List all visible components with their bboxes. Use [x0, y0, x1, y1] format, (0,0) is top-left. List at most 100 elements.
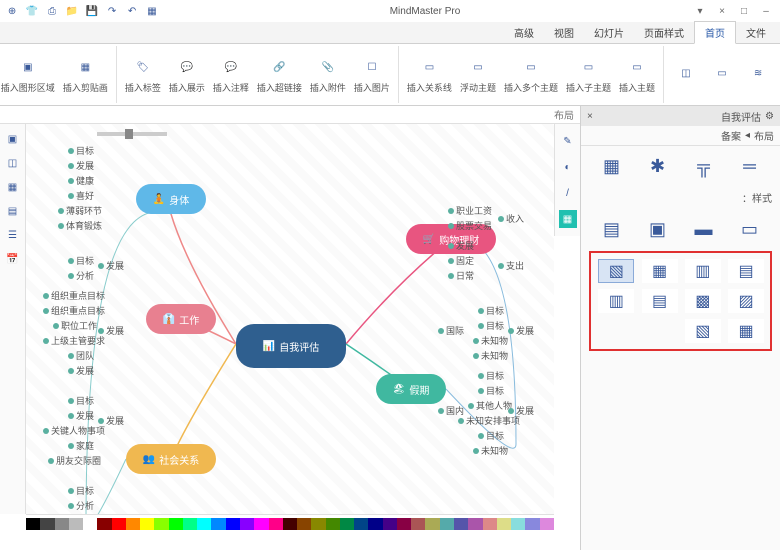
color-swatch[interactable] — [483, 518, 497, 530]
qat-button[interactable]: ⊕ — [4, 3, 20, 19]
leaf-node[interactable]: 支出 — [496, 259, 524, 272]
shape-option[interactable]: ═ — [733, 154, 767, 178]
ribbon-button[interactable]: ▭ — [706, 60, 738, 90]
color-swatch[interactable] — [211, 518, 225, 530]
color-swatch[interactable] — [411, 518, 425, 530]
style-option[interactable]: ▤ — [642, 289, 678, 313]
ribbon-button[interactable]: ▭插入子主题 — [564, 53, 613, 96]
branch-node[interactable]: 👔工作 — [146, 304, 216, 334]
fill-icon[interactable]: ▦ — [559, 210, 577, 228]
tab-高级[interactable]: 高级 — [504, 22, 544, 43]
leaf-node[interactable]: 目标 — [476, 304, 504, 317]
style-option[interactable]: ▨ — [728, 289, 764, 313]
color-swatch[interactable] — [283, 518, 297, 530]
leaf-node[interactable]: 职位工作 — [51, 319, 97, 332]
color-swatch[interactable] — [26, 518, 40, 530]
color-swatch[interactable] — [140, 518, 154, 530]
shape-option[interactable]: ▭ — [733, 217, 767, 241]
leaf-node[interactable]: 未知物 — [471, 349, 508, 362]
color-swatch[interactable] — [126, 518, 140, 530]
leaf-node[interactable]: 目标 — [476, 319, 504, 332]
color-swatch[interactable] — [311, 518, 325, 530]
style-option[interactable]: ▦ — [642, 259, 678, 283]
leaf-node[interactable]: 职业工资 — [446, 204, 492, 217]
color-swatch[interactable] — [525, 518, 539, 530]
color-swatch[interactable] — [511, 518, 525, 530]
leaf-node[interactable]: 未知物 — [471, 444, 508, 457]
leaf-node[interactable]: 朋友交际圈 — [46, 454, 101, 467]
ribbon-button[interactable]: ▣插入图形区域 — [0, 53, 57, 96]
leaf-node[interactable]: 分析 — [66, 499, 94, 512]
tab-首页[interactable]: 首页 — [694, 21, 736, 44]
pane-settings-icon[interactable]: ⚙ — [765, 111, 774, 122]
tab-视图[interactable]: 视图 — [544, 22, 584, 43]
qat-button[interactable]: ↶ — [124, 3, 140, 19]
leaf-node[interactable]: 发展 — [66, 364, 94, 377]
tool-button[interactable]: ▤ — [4, 202, 22, 220]
leaf-node[interactable]: 喜好 — [66, 189, 94, 202]
style-option[interactable]: ▩ — [685, 289, 721, 313]
leaf-node[interactable]: 发展 — [96, 324, 124, 337]
style-option[interactable]: ▥ — [685, 259, 721, 283]
line-icon[interactable]: / — [559, 184, 577, 202]
shape-option[interactable]: ▤ — [595, 217, 629, 241]
ribbon-button[interactable]: ≋ — [742, 60, 774, 90]
leaf-node[interactable]: 发展 — [506, 404, 534, 417]
leaf-node[interactable]: 目标 — [476, 384, 504, 397]
color-swatch[interactable] — [154, 518, 168, 530]
leaf-node[interactable]: 薄弱环节 — [56, 204, 102, 217]
leaf-node[interactable]: 未知物 — [471, 334, 508, 347]
qat-button[interactable]: 📁 — [64, 3, 80, 19]
tool-button[interactable]: ☰ — [4, 226, 22, 244]
leaf-node[interactable]: 目标 — [66, 394, 94, 407]
ribbon-button[interactable]: ▦插入剪贴画 — [61, 53, 110, 96]
ribbon-button[interactable]: ▭插入关系线 — [405, 53, 454, 96]
color-swatch[interactable] — [497, 518, 511, 530]
ribbon-button[interactable]: ▭插入主题 — [617, 53, 657, 96]
breadcrumb-item[interactable]: 备案 — [721, 128, 741, 143]
leaf-node[interactable]: 目标 — [476, 429, 504, 442]
breadcrumb-item[interactable]: 布局 — [754, 128, 774, 143]
leaf-node[interactable]: 目标 — [476, 369, 504, 382]
central-node[interactable]: 📊自我评估 — [236, 324, 346, 368]
qat-button[interactable]: 👕 — [24, 3, 40, 19]
leaf-node[interactable]: 日常 — [446, 269, 474, 282]
leaf-node[interactable]: 固定 — [446, 254, 474, 267]
shape-option[interactable]: ▦ — [595, 154, 629, 178]
color-swatch[interactable] — [368, 518, 382, 530]
close-button[interactable]: × — [712, 3, 732, 19]
ribbon-button[interactable]: 🏷插入标签 — [123, 53, 163, 96]
maximize-button[interactable]: □ — [734, 3, 754, 19]
ribbon-button[interactable]: ▭浮动主题 — [458, 53, 498, 96]
leaf-node[interactable]: 发展 — [446, 239, 474, 252]
color-swatch[interactable] — [197, 518, 211, 530]
color-swatch[interactable] — [297, 518, 311, 530]
color-swatch[interactable] — [240, 518, 254, 530]
tab-页面样式[interactable]: 页面样式 — [634, 22, 694, 43]
qat-button[interactable]: ⎙ — [44, 3, 60, 19]
leaf-node[interactable]: 发展 — [96, 414, 124, 427]
style-option[interactable]: ▥ — [598, 289, 634, 313]
color-swatch[interactable] — [383, 518, 397, 530]
ribbon-button[interactable]: 📎插入附件 — [308, 53, 348, 96]
qat-button[interactable]: ▦ — [144, 3, 160, 19]
color-swatch[interactable] — [269, 518, 283, 530]
tool-button[interactable]: ▣ — [4, 130, 22, 148]
leaf-node[interactable]: 国内 — [436, 404, 464, 417]
leaf-node[interactable]: 组织重点目标 — [41, 289, 105, 302]
qat-button[interactable]: 💾 — [84, 3, 100, 19]
leaf-node[interactable]: 发展 — [66, 159, 94, 172]
color-swatch[interactable] — [40, 518, 54, 530]
leaf-node[interactable]: 体育锻炼 — [56, 219, 102, 232]
branch-node[interactable]: 🏖假期 — [376, 374, 446, 404]
color-swatch[interactable] — [97, 518, 111, 530]
color-swatch[interactable] — [454, 518, 468, 530]
color-swatch[interactable] — [254, 518, 268, 530]
style-option[interactable]: ▧ — [598, 259, 634, 283]
qat-button[interactable]: ↷ — [104, 3, 120, 19]
leaf-node[interactable]: 发展 — [66, 409, 94, 422]
leaf-node[interactable]: 收入 — [496, 212, 524, 225]
leaf-node[interactable]: 组织重点目标 — [41, 304, 105, 317]
tab-幻灯片[interactable]: 幻灯片 — [584, 22, 634, 43]
color-swatch[interactable] — [226, 518, 240, 530]
